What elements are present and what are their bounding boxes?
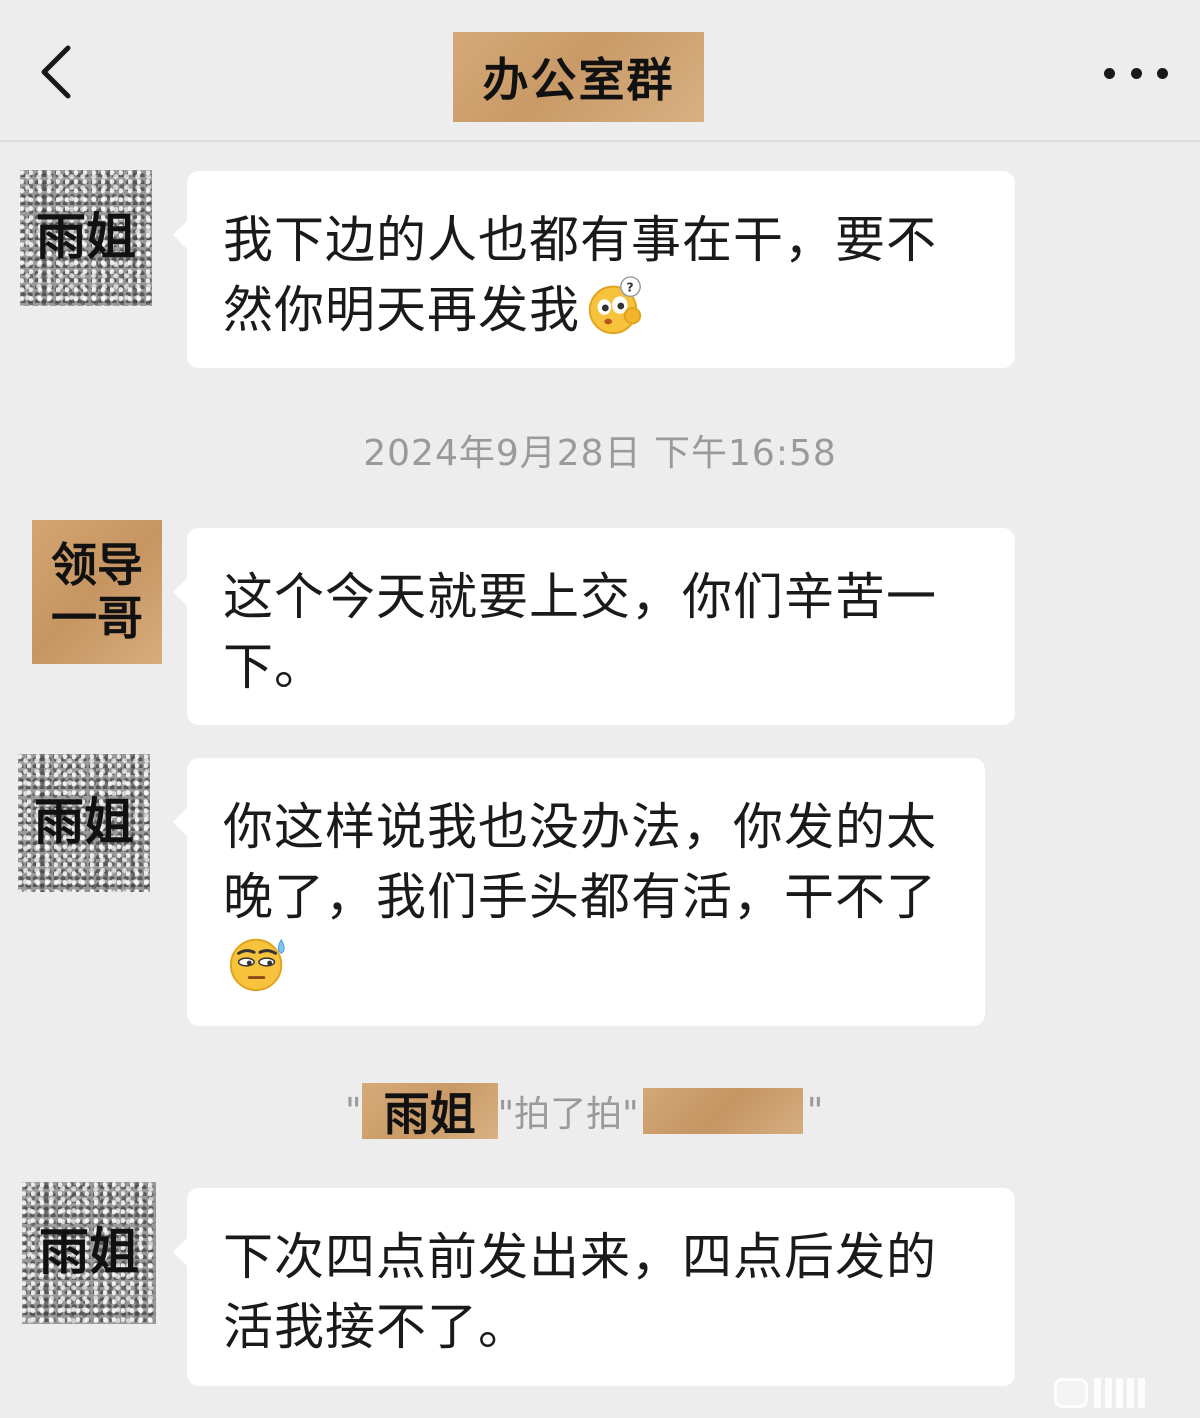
message-bubble[interactable]: 我下边的人也都有事在干，要不然你明天再发我 ? bbox=[173, 171, 1015, 368]
pat-target-redaction bbox=[642, 1088, 803, 1134]
chat-title-cover: 办公室群 bbox=[453, 32, 704, 122]
pat-open-quote: " bbox=[345, 1090, 362, 1132]
pat-notification: " 雨姐 "拍了拍" " bbox=[345, 1083, 824, 1141]
chat-screen: 办公室群 雨姐 我下边的人也都有事在干，要不然你明天再发我 ? 2024年9月2… bbox=[0, 0, 1200, 1418]
watermark-pill-icon bbox=[1054, 1378, 1088, 1408]
avatar[interactable]: 雨姐 bbox=[22, 1182, 156, 1324]
pat-actor-name: 雨姐 bbox=[383, 1087, 476, 1141]
pat-close-quote: " bbox=[806, 1090, 824, 1132]
message-text: 这个今天就要上交，你们辛苦一下。 bbox=[223, 568, 937, 696]
avatar-name-label: 雨姐 bbox=[34, 793, 134, 852]
message-bubble[interactable]: 你这样说我也没办法，你发的太晚了，我们手头都有活，干不了 bbox=[173, 758, 985, 1026]
chat-header: 办公室群 bbox=[0, 0, 1200, 142]
back-chevron-icon bbox=[41, 45, 71, 99]
thinking-question-emoji-icon: ? bbox=[588, 276, 642, 335]
message-text: 你这样说我也没办法，你发的太晚了，我们手头都有活，干不了 bbox=[223, 798, 937, 926]
avatar[interactable]: 雨姐 bbox=[20, 170, 152, 306]
message-text: 我下边的人也都有事在干，要不然你明天再发我 bbox=[223, 211, 937, 339]
pat-action: "拍了拍" bbox=[497, 1094, 639, 1135]
timestamp: 2024年9月28日 下午16:58 bbox=[363, 433, 837, 474]
message-bubble[interactable]: 下次四点前发出来，四点后发的活我接不了。 bbox=[173, 1188, 1015, 1386]
message-bubble[interactable]: 这个今天就要上交，你们辛苦一下。 bbox=[173, 528, 1015, 725]
avatar-name-label: 领导 一哥 bbox=[51, 538, 143, 645]
avatar-name-label: 雨姐 bbox=[36, 208, 136, 267]
avatar-name-label: 雨姐 bbox=[39, 1223, 139, 1282]
chat-title: 办公室群 bbox=[482, 53, 675, 107]
message-text: 下次四点前发出来，四点后发的活我接不了。 bbox=[223, 1228, 937, 1356]
avatar[interactable]: 雨姐 bbox=[18, 754, 150, 892]
dot bbox=[1157, 67, 1168, 79]
dot bbox=[1130, 67, 1142, 79]
more-dots-icon[interactable] bbox=[1104, 58, 1168, 88]
dot bbox=[1104, 67, 1115, 79]
watermark-bars-icon bbox=[1094, 1378, 1145, 1408]
pat-actor-cover[interactable]: 雨姐 bbox=[361, 1083, 498, 1141]
back-button[interactable] bbox=[36, 44, 80, 100]
watermark-logo bbox=[1054, 1376, 1190, 1410]
sweat-face-emoji-icon bbox=[229, 938, 285, 992]
svg-text:?: ? bbox=[626, 279, 634, 294]
avatar[interactable]: 领导 一哥 bbox=[32, 520, 162, 664]
